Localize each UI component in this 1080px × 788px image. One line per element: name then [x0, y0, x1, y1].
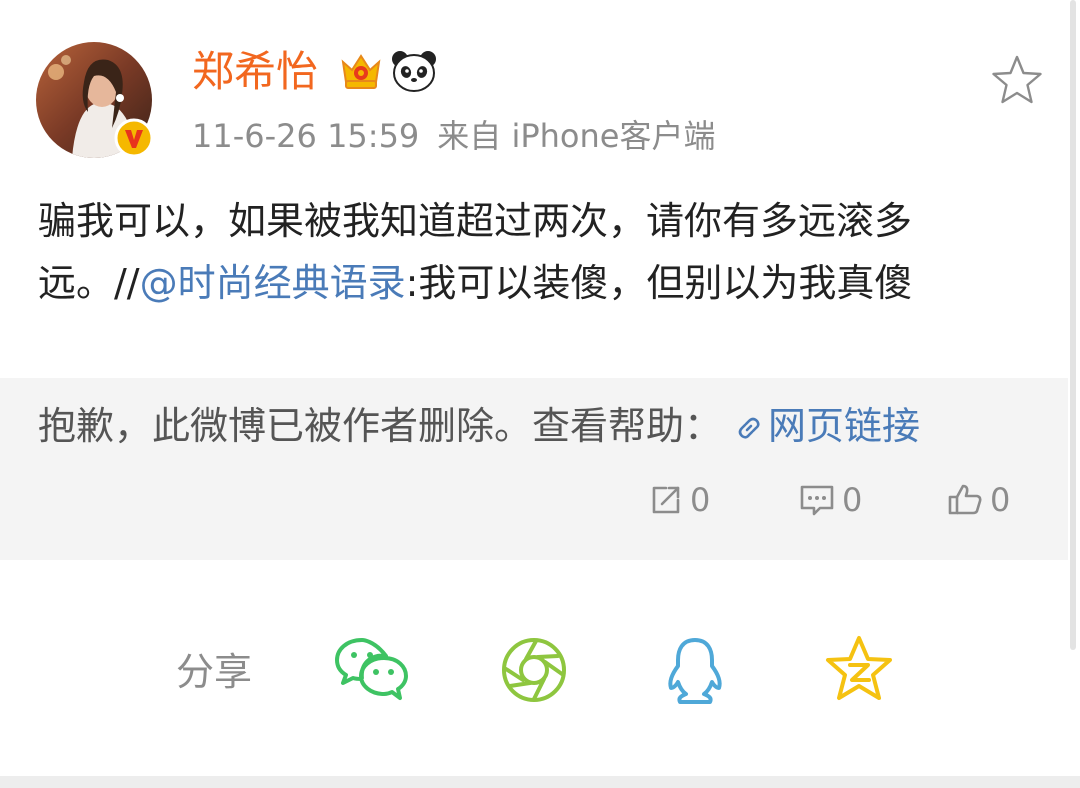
repost-icon — [652, 486, 680, 514]
deleted-notice: 抱歉，此微博已被作者删除。查看帮助： 网页链接 — [38, 400, 920, 452]
panda-icon — [392, 51, 436, 92]
repost-count: 0 — [690, 481, 711, 519]
bottom-divider — [0, 776, 1080, 788]
post-text-after: :我可以装傻，但别以为我真傻 — [405, 261, 913, 305]
comment-count: 0 — [842, 481, 863, 519]
post-meta: 11-6-26 15:59 来自 iPhone客户端 — [192, 114, 715, 158]
web-link-label: 网页链接 — [768, 404, 921, 448]
verified-v-badge-icon — [114, 118, 154, 158]
crown-icon — [341, 54, 381, 89]
comment-button[interactable]: 0 — [798, 478, 862, 522]
thumbs-up-icon — [948, 484, 982, 515]
scrollbar-thumb[interactable] — [1070, 0, 1076, 650]
web-link[interactable]: 网页链接 — [722, 404, 920, 448]
like-count: 0 — [990, 481, 1011, 519]
wechat-icon[interactable] — [334, 636, 410, 704]
favorite-star-icon[interactable] — [988, 52, 1046, 110]
like-button[interactable]: 0 — [946, 478, 1010, 522]
deleted-notice-text: 抱歉，此微博已被作者删除。查看帮助： — [38, 404, 723, 448]
qq-icon[interactable] — [664, 636, 726, 706]
comment-icon — [800, 485, 834, 516]
mention-link[interactable]: @时尚经典语录 — [140, 261, 406, 305]
post-content: 骗我可以，如果被我知道超过两次，请你有多远滚多远。//@时尚经典语录:我可以装傻… — [38, 190, 1048, 314]
post-timestamp: 11-6-26 15:59 — [192, 117, 420, 155]
moments-icon[interactable] — [500, 636, 568, 704]
qzone-icon[interactable] — [824, 634, 894, 704]
share-label: 分享 — [176, 650, 253, 694]
repost-button[interactable]: 0 — [648, 478, 710, 522]
link-icon — [738, 417, 760, 439]
author-name[interactable]: 郑希怡 — [192, 46, 318, 98]
post-source[interactable]: 来自 iPhone客户端 — [437, 117, 715, 155]
